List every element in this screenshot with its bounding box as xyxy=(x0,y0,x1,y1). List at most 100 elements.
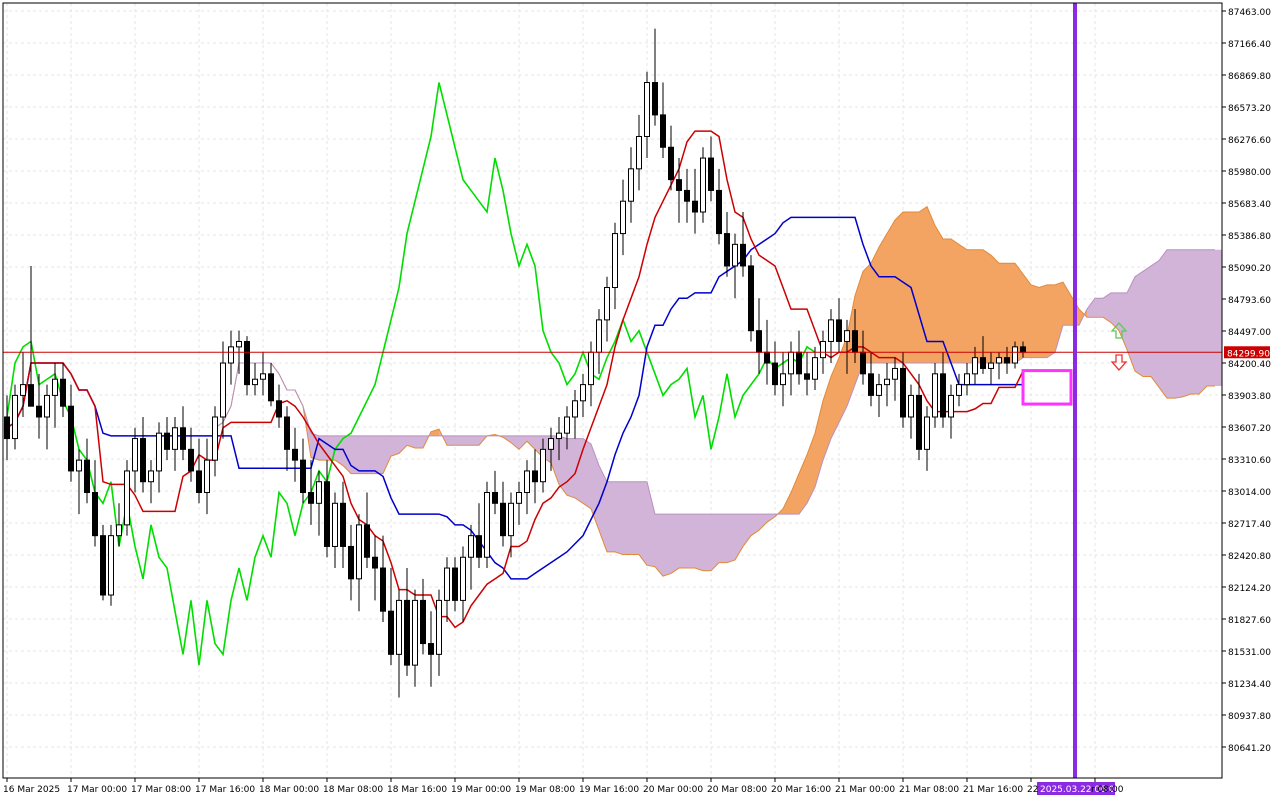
kumo-segment xyxy=(1151,260,1159,388)
candle-bull xyxy=(356,524,362,580)
kumo-segment xyxy=(1143,265,1151,377)
kumo-segment xyxy=(975,249,983,364)
kumo-segment xyxy=(719,514,727,563)
candle-bull xyxy=(732,243,738,267)
y-tick-label: 81531.00 xyxy=(1228,648,1271,658)
candle-bear xyxy=(676,179,682,191)
ichimoku-candlestick-chart[interactable]: 84299.902025.03.22 06:00 87463.0087166.4… xyxy=(0,0,1280,800)
candle-bull xyxy=(996,357,1002,364)
y-tick-label: 82420.80 xyxy=(1228,552,1271,562)
kumo-segment xyxy=(679,514,687,569)
kumo-segment xyxy=(447,435,455,446)
candle-bear xyxy=(372,556,378,569)
kumo-segment xyxy=(911,211,919,364)
candle-bear xyxy=(804,373,810,380)
kumo-segment xyxy=(1167,249,1175,399)
candle-bear xyxy=(836,319,842,342)
kumo-segment xyxy=(991,255,999,364)
candle-bear xyxy=(756,330,762,353)
kumo-segment xyxy=(935,225,943,364)
candle-bear xyxy=(388,610,394,655)
candle-bull xyxy=(564,416,570,434)
candle-bear xyxy=(60,378,66,407)
candle-bear xyxy=(772,362,778,386)
candle-bear xyxy=(92,492,98,537)
y-tick-label: 85386.80 xyxy=(1228,232,1271,242)
kumo-segment xyxy=(367,435,375,474)
candle-bull xyxy=(396,599,402,655)
candle-bull xyxy=(12,394,18,440)
candle-bull xyxy=(332,502,338,547)
candle-bear xyxy=(492,492,498,504)
kumo-segment xyxy=(1183,249,1191,397)
candle-bear xyxy=(284,416,290,450)
kumo-segment xyxy=(1199,249,1207,395)
candle-bear xyxy=(28,384,34,407)
kumo-segment xyxy=(639,481,647,566)
y-tick-label: 87166.40 xyxy=(1228,40,1271,50)
candle-bear xyxy=(684,189,690,202)
candle-bull xyxy=(204,459,210,494)
kumo-segment xyxy=(671,514,679,574)
y-tick-label: 84793.60 xyxy=(1228,296,1271,306)
kumo-segment xyxy=(871,247,879,364)
candle-bear xyxy=(796,351,802,375)
x-tick-label: 17 Mar 08:00 xyxy=(131,785,191,795)
candle-bear xyxy=(1020,346,1026,353)
kumo-segment xyxy=(1175,249,1183,399)
candle-bull xyxy=(132,438,138,472)
candle-bull xyxy=(828,319,834,342)
candle-bull xyxy=(612,233,618,289)
x-tick-label: 18 Mar 08:00 xyxy=(323,785,383,795)
candle-bear xyxy=(724,233,730,267)
candle-bull xyxy=(924,416,930,450)
y-tick-label: 86276.60 xyxy=(1228,136,1271,146)
candle-bull xyxy=(788,351,794,375)
candle-bull xyxy=(700,157,706,213)
candle-bear xyxy=(340,502,346,547)
candle-bear xyxy=(428,643,434,655)
y-tick-label: 86869.80 xyxy=(1228,72,1271,82)
candle-bull xyxy=(172,427,178,450)
candle-bear xyxy=(244,340,250,386)
chart-background xyxy=(0,0,1280,800)
candle-bear xyxy=(404,599,410,666)
kumo-segment xyxy=(615,481,623,555)
chart-root: 84299.90 2025.03.22 06:00 87463.00 87166.4… xyxy=(0,0,1280,800)
x-tick-label: 20 Mar 08:00 xyxy=(707,785,767,795)
candle-bear xyxy=(668,146,674,181)
kumo-segment xyxy=(1039,284,1047,358)
kumo-segment xyxy=(463,435,471,446)
candle-bear xyxy=(300,459,306,494)
kumo-segment xyxy=(631,481,639,555)
candle-bear xyxy=(740,243,746,267)
kumo-segment xyxy=(607,481,615,552)
candle-bull xyxy=(556,432,562,440)
candle-bull xyxy=(412,599,418,666)
candle-bear xyxy=(716,189,722,235)
candle-bull xyxy=(524,470,530,494)
kumo-segment xyxy=(727,514,735,563)
candle-bull xyxy=(596,319,602,353)
kumo-segment xyxy=(1095,298,1103,318)
candle-bull xyxy=(516,492,522,504)
x-tick-label: 17 Mar 00:00 xyxy=(67,785,127,795)
kumo-segment xyxy=(895,211,903,364)
candle-bear xyxy=(324,481,330,547)
y-tick-label: 85683.40 xyxy=(1228,200,1271,210)
candle-bear xyxy=(68,405,74,472)
kumo-segment xyxy=(983,249,991,364)
candle-bull xyxy=(228,346,234,364)
candle-bull xyxy=(932,373,938,418)
candle-bear xyxy=(940,373,946,418)
y-tick-label: 85090.20 xyxy=(1228,264,1271,274)
kumo-segment xyxy=(1215,249,1222,386)
candle-bear xyxy=(452,567,458,601)
candle-bear xyxy=(292,448,298,461)
y-tick-label: 84497.00 xyxy=(1228,328,1271,338)
candle-bull xyxy=(468,535,474,558)
x-tick-label: 20 Mar 00:00 xyxy=(643,785,703,795)
kumo-segment xyxy=(1191,249,1199,395)
x-tick-label: 21 Mar 08:00 xyxy=(899,785,959,795)
candle-bear xyxy=(500,502,506,537)
